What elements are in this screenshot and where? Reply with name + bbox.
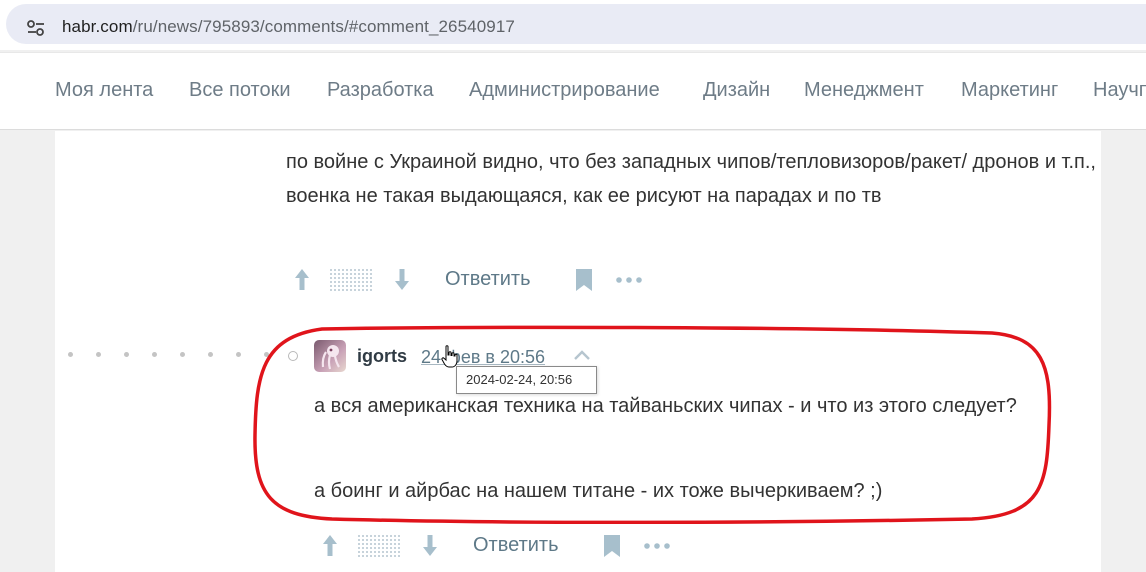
- nav-item-design[interactable]: Дизайн: [703, 79, 770, 102]
- topic-nav: Моя лента Все потоки Разработка Админист…: [0, 52, 1146, 130]
- reply-link[interactable]: Ответить: [445, 268, 531, 291]
- vote-up-icon[interactable]: [320, 532, 340, 558]
- parent-comment-text: по войне с Украиной видно, что без запад…: [286, 151, 1096, 207]
- reply-comment-paragraph-2: а боинг и айрбас на нашем титане - их то…: [314, 480, 883, 502]
- chevron-up-icon[interactable]: [572, 348, 592, 362]
- tune-icon[interactable]: [26, 19, 46, 37]
- bookmark-icon[interactable]: [575, 268, 593, 292]
- vote-down-icon[interactable]: [392, 266, 412, 292]
- nav-item-popsci[interactable]: Научпоп: [1093, 79, 1146, 102]
- reply-comment-paragraph-1: а вся американская техника на тайваньски…: [314, 395, 1017, 417]
- comment-date-link[interactable]: 24 фев в 20:56: [421, 347, 545, 368]
- url-path: /ru/news/795893/comments/#comment_265409…: [132, 17, 515, 36]
- address-field[interactable]: habr.com/ru/news/795893/comments/#commen…: [6, 4, 1146, 44]
- parent-comment-actions: Ответить: [292, 266, 652, 294]
- avatar[interactable]: [314, 340, 346, 372]
- url-text[interactable]: habr.com/ru/news/795893/comments/#commen…: [62, 17, 515, 37]
- rating-hidden-icon: [358, 535, 402, 557]
- nav-item-management[interactable]: Менеджмент: [804, 79, 924, 102]
- browser-url-bar: habr.com/ru/news/795893/comments/#commen…: [0, 0, 1146, 50]
- reply-link[interactable]: Ответить: [473, 534, 559, 557]
- nav-item-all-streams[interactable]: Все потоки: [189, 79, 291, 102]
- vote-down-icon[interactable]: [420, 532, 440, 558]
- nav-item-marketing[interactable]: Маркетинг: [961, 79, 1058, 102]
- rating-hidden-icon: [330, 269, 374, 291]
- comment-author[interactable]: igorts: [357, 346, 407, 367]
- reply-comment-actions: Ответить: [320, 532, 680, 560]
- nav-item-my-feed[interactable]: Моя лента: [55, 79, 153, 102]
- bookmark-icon[interactable]: [603, 534, 621, 558]
- nav-item-administration[interactable]: Администрирование: [469, 79, 660, 102]
- url-host: habr.com: [62, 17, 133, 36]
- vote-up-icon[interactable]: [292, 266, 312, 292]
- more-icon[interactable]: [644, 543, 670, 549]
- thread-node-icon: [288, 351, 298, 361]
- nav-item-development[interactable]: Разработка: [327, 79, 434, 102]
- more-icon[interactable]: [616, 277, 642, 283]
